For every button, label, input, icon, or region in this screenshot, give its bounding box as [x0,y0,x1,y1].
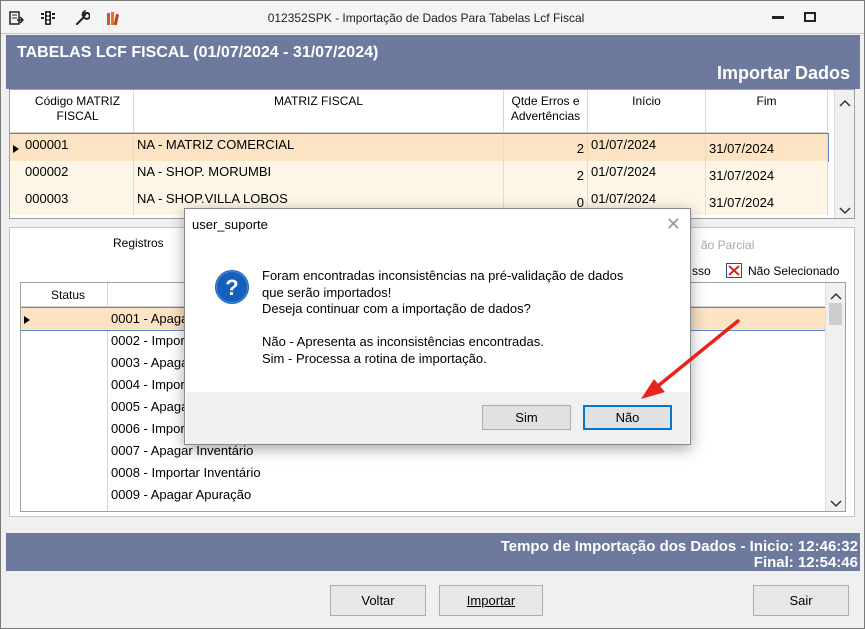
annotation-arrow-icon [641,319,740,399]
main-window: 012352SPK - Importação de Dados Para Tab… [0,0,865,629]
